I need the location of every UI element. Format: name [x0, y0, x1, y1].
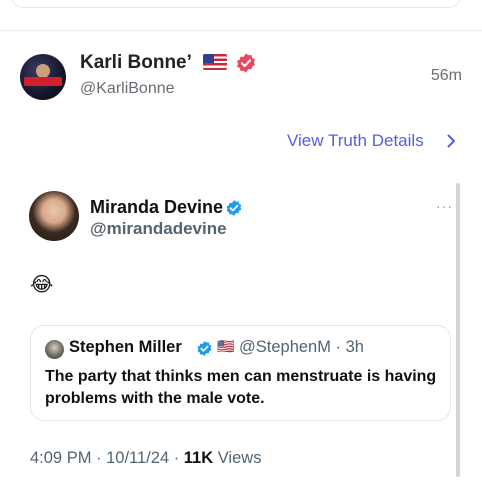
view-truth-details-link[interactable]: View Truth Details: [287, 131, 424, 151]
views-count: 11K: [183, 449, 214, 467]
avatar-figure: [36, 64, 50, 78]
avatar-badge: [24, 77, 62, 86]
quoted-author-avatar: [45, 340, 64, 359]
more-options-icon[interactable]: ···: [436, 198, 453, 214]
chevron-right-icon[interactable]: [443, 133, 459, 149]
tweet-author-handle[interactable]: @mirandadevine: [90, 219, 227, 239]
verified-check-icon: [197, 341, 212, 356]
post-divider: [0, 30, 482, 31]
author-avatar[interactable]: [20, 54, 66, 100]
quoted-tweet-text: The party that thinks men can menstruate…: [45, 368, 437, 407]
tweet-meta: 4:09 PM · 10/11/24 · 11K Views: [30, 449, 261, 468]
tweet-body-emoji: 😂: [30, 274, 54, 296]
post-timestamp: 56m: [430, 67, 462, 84]
verified-badge-icon: [237, 53, 255, 73]
author-display-name[interactable]: Karli Bonne’: [80, 52, 192, 74]
quoted-author-name: Stephen Miller: [69, 338, 182, 356]
author-handle[interactable]: @KarliBonne: [80, 80, 175, 98]
tweet-author-name[interactable]: Miranda Devine: [90, 197, 223, 218]
us-flag-icon: [203, 54, 227, 70]
verified-check-icon: [226, 200, 242, 216]
scrollbar[interactable]: [456, 183, 460, 477]
quoted-tweet-card[interactable]: Stephen Miller 🇺🇸 @StephenM · 3h The par…: [30, 325, 451, 421]
tweet-timestamp: 4:09 PM · 10/11/24 ·: [30, 449, 184, 467]
tweet-author-avatar[interactable]: [29, 191, 79, 241]
flag-emoji: 🇺🇸: [217, 338, 235, 354]
views-label: Views: [213, 449, 262, 467]
previous-post-card: [10, 0, 462, 8]
quoted-author-handle: @StephenM · 3h: [239, 338, 364, 356]
